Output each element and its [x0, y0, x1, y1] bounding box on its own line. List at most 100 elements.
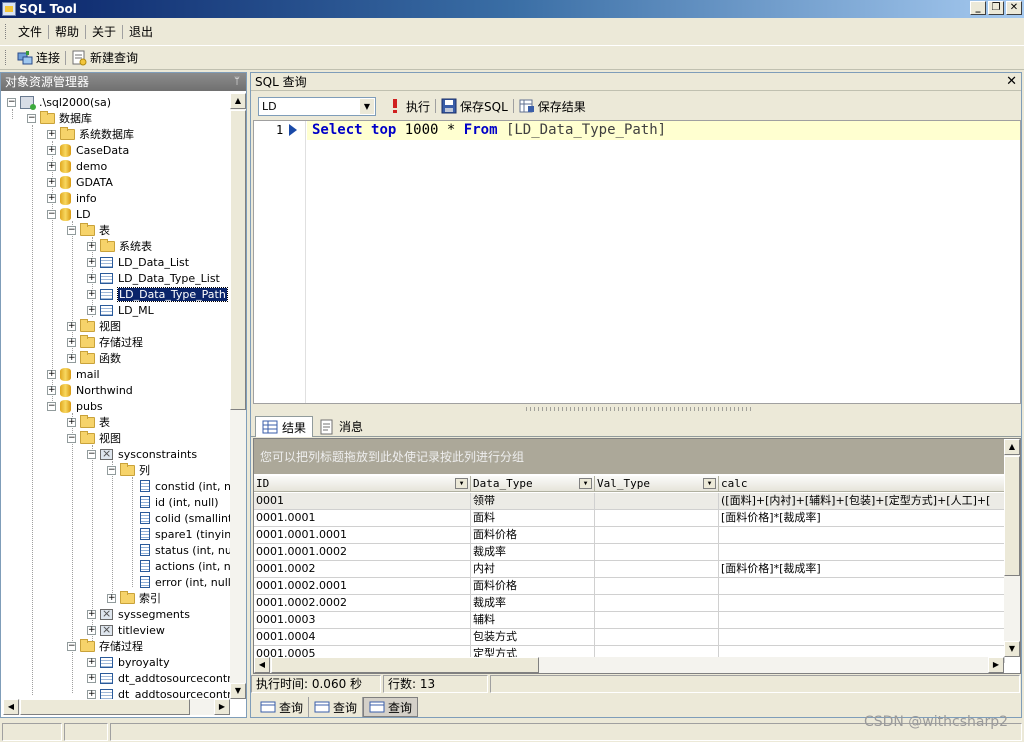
tree-node-ld-functions[interactable]: + 函数 [67, 350, 121, 366]
grid-vertical-scrollbar[interactable]: ▲ ▼ [1004, 439, 1020, 657]
doc-tab-query-1[interactable]: 查询 [255, 697, 310, 717]
tree-node-sysconstraints[interactable]: −sysconstraints [87, 446, 197, 462]
tree-node-ld-tables[interactable]: − 表 [67, 222, 110, 238]
tree-node-ld[interactable]: − LD [47, 206, 91, 222]
menu-about[interactable]: 关于 [86, 23, 122, 40]
table-cell[interactable]: 辅料 [471, 612, 595, 629]
tree-node-columns[interactable]: − 列 [107, 462, 150, 478]
sql-code-line[interactable]: Select top 1000 * From [LD_Data_Type_Pat… [307, 121, 1020, 140]
scroll-up-icon[interactable]: ▲ [230, 93, 246, 109]
table-cell[interactable]: 面料价格 [471, 578, 595, 595]
scroll-right-icon[interactable]: ▶ [988, 657, 1004, 673]
doc-tab-query-2[interactable]: 查询 [309, 697, 364, 717]
doc-tab-query-3[interactable]: 查询 [363, 697, 419, 717]
tree-node-casedata[interactable]: + CaseData [47, 142, 129, 158]
column-header-val-type[interactable]: Val_Type ▼ [595, 476, 719, 492]
scroll-left-icon[interactable]: ◀ [254, 657, 270, 673]
tree-node-dt-addtosourcecontrol[interactable]: + dt_addtosourcecontrol [87, 670, 231, 686]
tab-results[interactable]: 结果 [255, 416, 314, 437]
tree-node-col-spare1[interactable]: spare1 (tinyint, [140, 526, 231, 542]
tree-node-pubs-tables[interactable]: + 表 [67, 414, 110, 430]
tree-node-col-error[interactable]: error (int, null) [140, 574, 231, 590]
tree-node-col-actions[interactable]: actions (int, nu [140, 558, 231, 574]
sql-editor[interactable]: 1 Select top 1000 * From [LD_Data_Type_P… [253, 120, 1021, 404]
table-cell[interactable]: 0001 [254, 493, 471, 510]
table-cell[interactable]: 裁成率 [471, 544, 595, 561]
table-cell[interactable] [595, 544, 719, 561]
table-cell[interactable]: 包装方式 [471, 629, 595, 646]
tree-node-demo[interactable]: + demo [47, 158, 107, 174]
table-cell[interactable] [595, 629, 719, 646]
tree-node-databases[interactable]: − 数据库 [27, 110, 92, 126]
table-row[interactable]: 0001.0001 面料 [面料价格]*[裁成率] [254, 510, 1005, 527]
table-row[interactable]: 0001.0001.0001 面料价格 [254, 527, 1005, 544]
tree-node-pubs-views[interactable]: − 视图 [67, 430, 121, 446]
table-cell[interactable] [595, 510, 719, 527]
table-cell[interactable]: [面料价格]*[裁成率] [719, 510, 1005, 527]
tree-horizontal-scrollbar[interactable]: ◀ ▶ [3, 699, 230, 715]
tree-node-pubs-procedures[interactable]: − 存储过程 [67, 638, 143, 654]
tree-node-system-databases[interactable]: + 系统数据库 [47, 126, 134, 142]
table-row[interactable]: 0001.0003 辅料 [254, 612, 1005, 629]
tab-messages[interactable]: 消息 [313, 416, 369, 437]
tree-node-col-id[interactable]: id (int, null) [140, 494, 219, 510]
close-window-button[interactable]: ✕ [1006, 1, 1022, 15]
column-header-id[interactable]: ID ▼ [254, 476, 471, 492]
menu-help[interactable]: 帮助 [49, 23, 85, 40]
tree-node-syssegments[interactable]: +syssegments [87, 606, 190, 622]
save-sql-button[interactable]: 保存SQL [436, 98, 513, 115]
tree-node-ld-data-list[interactable]: + LD_Data_List [87, 254, 189, 270]
scroll-down-icon[interactable]: ▼ [230, 683, 246, 699]
tree-node-indexes[interactable]: + 索引 [107, 590, 161, 606]
restore-button[interactable]: ❐ [988, 1, 1004, 15]
tree-node-ld-data-type-list[interactable]: + LD_Data_Type_List [87, 270, 220, 286]
database-select[interactable]: LD ▼ [258, 96, 376, 116]
execute-button[interactable]: 执行 [382, 98, 435, 115]
scroll-left-icon[interactable]: ◀ [3, 699, 19, 715]
tree-node-pubs[interactable]: − pubs [47, 398, 103, 414]
table-cell[interactable]: 0001.0003 [254, 612, 471, 629]
table-cell[interactable] [719, 527, 1005, 544]
tree-node-col-colid[interactable]: colid (smallint, r [140, 510, 231, 526]
scroll-right-icon[interactable]: ▶ [214, 699, 230, 715]
scroll-up-icon[interactable]: ▲ [1004, 439, 1020, 455]
menu-exit[interactable]: 退出 [123, 23, 159, 40]
tree-node-ld-ml[interactable]: + LD_ML [87, 302, 154, 318]
tree-node-ld-procedures[interactable]: + 存储过程 [67, 334, 143, 350]
tree-node-info[interactable]: + info [47, 190, 97, 206]
table-cell[interactable]: 0001.0002 [254, 561, 471, 578]
column-header-calc[interactable]: calc [719, 476, 1005, 492]
tree-node-northwind[interactable]: + Northwind [47, 382, 133, 398]
table-cell[interactable]: 面料价格 [471, 527, 595, 544]
table-row[interactable]: 0001.0002 内衬 [面料价格]*[裁成率] [254, 561, 1005, 578]
grid-hscroll-thumb[interactable] [271, 657, 539, 673]
table-cell[interactable]: 0001.0004 [254, 629, 471, 646]
tree-node-mail[interactable]: + mail [47, 366, 100, 382]
tree-node-byroyalty[interactable]: + byroyalty [87, 654, 170, 670]
group-by-area[interactable]: 您可以把列标题拖放到此处使记录按此列进行分组 [254, 439, 1004, 474]
tree-node-ld-data-type-path[interactable]: + LD_Data_Type_Path [87, 286, 228, 302]
grid-scroll-thumb[interactable] [1004, 456, 1020, 576]
table-cell[interactable]: 内衬 [471, 561, 595, 578]
tree-scroll-thumb[interactable] [230, 110, 246, 410]
table-cell[interactable] [719, 612, 1005, 629]
close-query-icon[interactable]: ✕ [1006, 73, 1017, 91]
menu-file[interactable]: 文件 [12, 23, 48, 40]
table-cell[interactable]: 0001.0001.0001 [254, 527, 471, 544]
table-cell[interactable]: 领带 [471, 493, 595, 510]
tree-node-system-tables[interactable]: + 系统表 [87, 238, 152, 254]
table-cell[interactable] [595, 578, 719, 595]
table-cell[interactable] [719, 578, 1005, 595]
tree-hscroll-thumb[interactable] [20, 699, 190, 715]
table-cell[interactable]: 0001.0002.0001 [254, 578, 471, 595]
new-query-button[interactable]: 新建查询 [66, 49, 143, 66]
table-cell[interactable] [719, 544, 1005, 561]
table-cell[interactable] [595, 527, 719, 544]
column-header-data-type[interactable]: Data_Type ▼ [471, 476, 595, 492]
table-cell[interactable] [595, 612, 719, 629]
save-result-button[interactable]: 保存结果 [514, 98, 591, 115]
table-cell[interactable]: 0001.0002.0002 [254, 595, 471, 612]
table-cell[interactable]: 裁成率 [471, 595, 595, 612]
table-cell[interactable] [595, 493, 719, 510]
table-row[interactable]: 0001.0002.0002 裁成率 [254, 595, 1005, 612]
